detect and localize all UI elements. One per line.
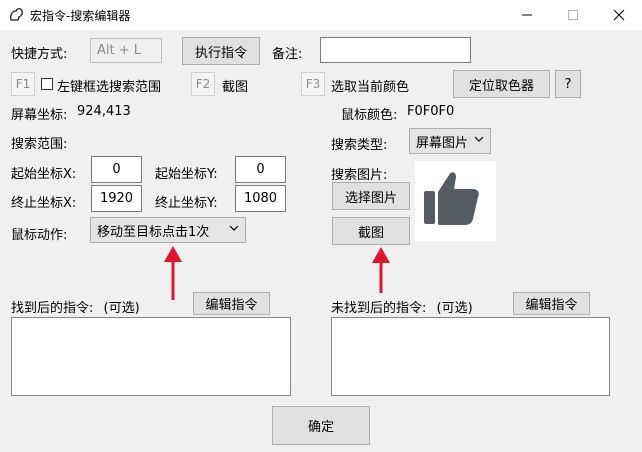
screen-coords-value: 924,413: [77, 104, 131, 119]
mouse-color-value: F0F0F0: [407, 104, 455, 119]
hotkey-input[interactable]: Alt + L: [90, 38, 162, 63]
not-found-optional-text: (可选): [436, 301, 473, 316]
window-title: 宏指令-搜索编辑器: [30, 9, 131, 23]
end-y-label: 终止坐标Y:: [155, 196, 218, 211]
up-arrow-icon: [372, 247, 390, 293]
screen-coords-label: 屏幕坐标:: [11, 108, 68, 123]
start-x-input[interactable]: 0: [91, 156, 142, 183]
found-optional-text: (可选): [103, 301, 140, 316]
hotkey-label: 快捷方式:: [11, 47, 68, 62]
end-y-input[interactable]: 1080: [235, 185, 286, 212]
not-found-command-label: 未找到后的指令: (可选): [331, 297, 473, 316]
not-found-edit-command-button[interactable]: 编辑指令: [513, 292, 590, 315]
found-command-textarea[interactable]: [11, 317, 291, 396]
search-type-select[interactable]: 屏幕图片: [409, 128, 491, 154]
f1-key: F1: [11, 72, 35, 96]
up-arrow-icon: [164, 246, 182, 300]
choose-image-button[interactable]: 选择图片: [332, 182, 410, 210]
f2-key: F2: [191, 72, 215, 96]
search-range-title: 搜索范围:: [11, 137, 68, 152]
help-button[interactable]: ?: [555, 70, 581, 98]
note-label: 备注:: [272, 47, 303, 62]
execute-command-button[interactable]: 执行指令: [182, 37, 260, 65]
left-select-label[interactable]: 左键框选搜索范围: [57, 76, 161, 95]
app-icon: [10, 8, 23, 21]
not-found-command-label-text: 未找到后的指令:: [331, 301, 427, 316]
minimize-icon[interactable]: [504, 0, 550, 30]
screenshot-shortcut-label: 截图: [222, 80, 249, 95]
mouse-color-label: 鼠标颜色:: [341, 108, 398, 123]
search-type-label: 搜索类型:: [331, 138, 388, 153]
found-command-label: 找到后的指令: (可选): [11, 297, 140, 316]
close-icon[interactable]: [596, 0, 642, 30]
found-command-label-text: 找到后的指令:: [11, 301, 94, 316]
end-x-label: 终止坐标X:: [11, 196, 77, 211]
note-input[interactable]: [320, 37, 471, 63]
screenshot-button[interactable]: 截图: [332, 217, 410, 245]
confirm-button[interactable]: 确定: [272, 406, 370, 445]
thumbs-up-icon: [424, 172, 479, 225]
not-found-command-textarea[interactable]: [331, 317, 610, 396]
mouse-action-select[interactable]: 移动至目标点击1次: [90, 217, 246, 243]
end-x-input[interactable]: 1920: [91, 185, 142, 212]
chevron-down-icon: [229, 223, 239, 236]
start-x-label: 起始坐标X:: [11, 167, 77, 182]
found-edit-command-button[interactable]: 编辑指令: [193, 292, 270, 315]
search-image-preview: [415, 161, 496, 241]
mouse-action-label: 鼠标动作:: [11, 228, 68, 243]
pick-color-label: 选取当前颜色: [331, 80, 410, 95]
left-select-checkbox[interactable]: [41, 78, 53, 90]
locate-color-picker-button[interactable]: 定位取色器: [453, 70, 550, 98]
maximize-icon[interactable]: [550, 0, 596, 30]
chevron-down-icon: [474, 134, 484, 147]
start-y-input[interactable]: 0: [235, 156, 286, 183]
f3-key: F3: [301, 72, 325, 96]
mouse-action-value: 移动至目标点击1次: [97, 224, 210, 240]
search-image-label: 搜索图片:: [331, 168, 388, 183]
search-type-value: 屏幕图片: [416, 135, 469, 151]
start-y-label: 起始坐标Y:: [155, 167, 218, 182]
